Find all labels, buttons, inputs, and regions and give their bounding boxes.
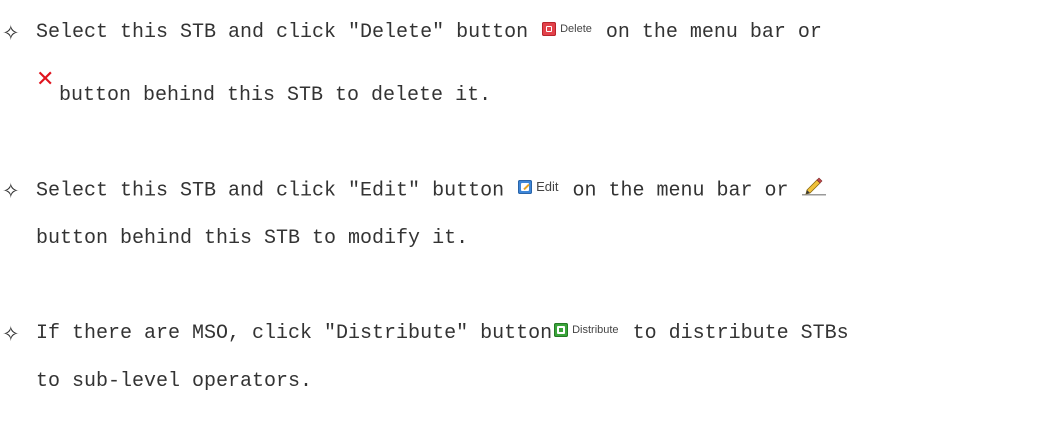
distribute-button-label: Distribute bbox=[572, 323, 619, 336]
instruction-text: button behind this STB to delete it. bbox=[59, 84, 492, 107]
instruction-text: on the menu bar or bbox=[593, 21, 822, 44]
instruction-line: button behind this STB to delete it. bbox=[59, 84, 491, 108]
instruction-line: to sub-level operators. bbox=[36, 370, 312, 394]
instruction-line: Select this STB and click ″Edit″ button … bbox=[36, 177, 827, 203]
instruction-line: If there are MSO, click ″Distribute″ but… bbox=[36, 322, 849, 346]
bullet-icon: ✧ bbox=[2, 21, 20, 45]
edit-button[interactable]: Edit bbox=[516, 178, 560, 196]
instruction-text: button behind this STB to modify it. bbox=[36, 227, 469, 250]
instruction-text: Select this STB and click ″Delete″ butto… bbox=[36, 21, 541, 44]
bullet-icon: ✧ bbox=[2, 179, 20, 203]
pencil-icon[interactable] bbox=[801, 175, 827, 197]
delete-button-label: Delete bbox=[560, 22, 592, 35]
instruction-text: Select this STB and click ″Edit″ button bbox=[36, 179, 517, 203]
delete-icon bbox=[542, 21, 557, 36]
instruction-line: Select this STB and click ″Delete″ butto… bbox=[36, 21, 822, 45]
distribute-button[interactable]: Distribute bbox=[552, 321, 620, 339]
instruction-text: If there are MSO, click ″Distribute″ but… bbox=[36, 322, 553, 345]
x-icon[interactable]: ✕ bbox=[36, 69, 54, 91]
instruction-text: to distribute STBs bbox=[620, 322, 849, 345]
delete-button[interactable]: Delete bbox=[540, 20, 594, 38]
distribute-icon bbox=[554, 322, 569, 337]
instruction-text: on the menu bar or bbox=[560, 179, 801, 203]
edit-icon bbox=[518, 180, 533, 194]
bullet-icon: ✧ bbox=[2, 322, 20, 346]
instruction-line: button behind this STB to modify it. bbox=[36, 227, 468, 251]
instruction-text: to sub-level operators. bbox=[36, 370, 313, 393]
edit-button-label: Edit bbox=[536, 179, 559, 194]
